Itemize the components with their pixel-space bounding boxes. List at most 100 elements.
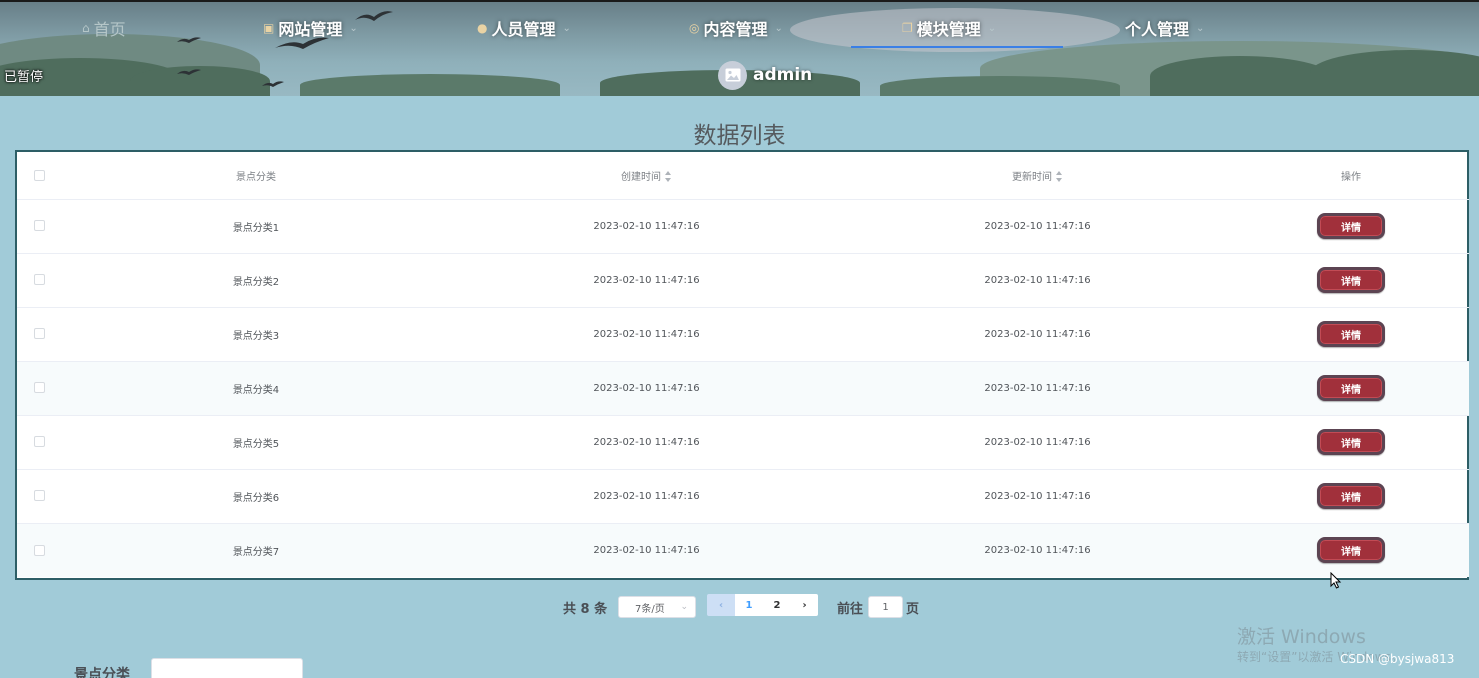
chevron-down-icon: ⌄ [987, 22, 997, 34]
table-row: 景点分类5 2023-02-10 11:47:16 2023-02-10 11:… [17, 415, 1469, 470]
updated-cell: 2023-02-10 11:47:16 [842, 415, 1233, 470]
updated-cell: 2023-02-10 11:47:16 [842, 307, 1233, 362]
row-checkbox[interactable] [33, 220, 45, 232]
nav-label: 人员管理 [491, 20, 556, 39]
nav-item-site-management[interactable]: ▣ 网站管理 ⌄ [263, 14, 358, 42]
content-icon: ◎ [689, 21, 700, 35]
created-cell: 2023-02-10 11:47:16 [451, 415, 842, 470]
chevron-down-icon: ⌄ [680, 602, 688, 612]
row-checkbox[interactable] [33, 436, 45, 448]
chevron-down-icon: ⌄ [349, 22, 358, 34]
detail-button[interactable]: 详情 [1317, 483, 1385, 509]
header-tree [300, 74, 560, 96]
goto-page-input[interactable]: 1 [868, 596, 903, 618]
detail-button[interactable]: 详情 [1317, 267, 1385, 293]
chevron-right-icon: › [802, 599, 807, 611]
nav-label: 首页 [93, 20, 126, 39]
image-icon [725, 68, 740, 82]
chevron-down-icon: ⌄ [562, 22, 571, 34]
top-border [0, 0, 1479, 2]
table-row: 景点分类4 2023-02-10 11:47:16 2023-02-10 11:… [17, 361, 1469, 416]
updated-cell: 2023-02-10 11:47:16 [842, 523, 1233, 577]
row-checkbox[interactable] [33, 544, 45, 556]
nav-label: 模块管理 [916, 20, 981, 39]
column-header-category: 景点分类 [61, 152, 451, 200]
sort-icon[interactable] [665, 171, 672, 183]
column-header-created[interactable]: 创建时间 [451, 152, 842, 200]
column-label: 更新时间 [1012, 171, 1052, 183]
next-page-button[interactable]: › [791, 594, 818, 616]
page-size-select[interactable]: 7条/页 ⌄ [618, 596, 696, 618]
page-button-2[interactable]: 2 [763, 594, 791, 616]
category-input[interactable] [151, 658, 303, 678]
updated-cell: 2023-02-10 11:47:16 [842, 199, 1233, 254]
category-field-label: 景点分类 [74, 667, 130, 678]
cart-icon: ▣ [263, 21, 275, 35]
updated-cell: 2023-02-10 11:47:16 [842, 469, 1233, 524]
goto-label: 前往 [837, 602, 864, 617]
header-tree [1310, 50, 1479, 96]
created-cell: 2023-02-10 11:47:16 [451, 523, 842, 577]
bird-icon [177, 69, 201, 75]
column-header-updated[interactable]: 更新时间 [842, 152, 1233, 200]
row-checkbox[interactable] [33, 328, 45, 340]
detail-button[interactable]: 详情 [1317, 321, 1385, 347]
user-menu[interactable]: admin [718, 60, 812, 90]
windows-activation-title: 激活 Windows [1237, 626, 1366, 648]
paused-indicator: 已暂停 [4, 70, 44, 85]
header-tree [1150, 56, 1330, 96]
created-cell: 2023-02-10 11:47:16 [451, 307, 842, 362]
page-unit-label: 页 [906, 602, 920, 617]
csdn-watermark: CSDN @bysjwa813 [1340, 652, 1455, 666]
chevron-left-icon: ‹ [718, 599, 724, 611]
nav-item-personal-management[interactable]: 个人管理 ⌄ [1125, 14, 1204, 42]
pagination: 共 8 条 7条/页 ⌄ ‹ 1 2 › 前往 1 页 [0, 594, 1479, 618]
nav-label: 内容管理 [703, 20, 768, 39]
nav-item-content-management[interactable]: ◎ 内容管理 ⌄ [689, 14, 783, 42]
page-button-1[interactable]: 1 [735, 594, 763, 616]
category-cell: 景点分类6 [61, 469, 451, 524]
row-checkbox[interactable] [33, 490, 45, 502]
nav-label: 个人管理 [1125, 20, 1190, 39]
updated-cell: 2023-02-10 11:47:16 [842, 253, 1233, 308]
nav-item-module-management[interactable]: ❐ 模块管理 ⌄ [902, 14, 996, 42]
table-row: 景点分类6 2023-02-10 11:47:16 2023-02-10 11:… [17, 469, 1469, 524]
category-cell: 景点分类5 [61, 415, 451, 470]
category-cell: 景点分类2 [61, 253, 451, 308]
chevron-down-icon: ⌄ [1196, 22, 1205, 34]
nav-item-home[interactable]: ⌂ 首页 [82, 14, 126, 42]
table-row: 景点分类7 2023-02-10 11:47:16 2023-02-10 11:… [17, 523, 1469, 577]
updated-cell: 2023-02-10 11:47:16 [842, 361, 1233, 416]
category-cell: 景点分类7 [61, 523, 451, 577]
nav-label: 网站管理 [278, 20, 343, 39]
detail-button[interactable]: 详情 [1317, 375, 1385, 401]
created-cell: 2023-02-10 11:47:16 [451, 199, 842, 254]
page-size-value: 7条/页 [635, 603, 665, 615]
column-header-actions: 操作 [1233, 152, 1469, 200]
table-header-row: 景点分类 创建时间 更新时间 操作 [17, 152, 1469, 200]
sort-icon[interactable] [1056, 171, 1063, 183]
row-checkbox[interactable] [33, 274, 45, 286]
header-tree [880, 76, 1120, 96]
main-nav: ⌂ 首页 ▣ 网站管理 ⌄ ● 人员管理 ⌄ ◎ 内容管理 ⌄ ❐ 模块管理 ⌄… [0, 14, 1479, 44]
column-label: 创建时间 [621, 171, 661, 183]
prev-page-button[interactable]: ‹ [707, 594, 735, 616]
row-checkbox[interactable] [33, 382, 45, 394]
select-all-checkbox[interactable] [33, 169, 45, 181]
category-cell: 景点分类1 [61, 199, 451, 254]
table-row: 景点分类1 2023-02-10 11:47:16 2023-02-10 11:… [17, 199, 1469, 254]
select-all-cell [17, 152, 61, 200]
active-nav-underline [851, 46, 1063, 48]
username: admin [753, 65, 813, 85]
data-table: 景点分类 创建时间 更新时间 操作 景点分类1 2023-02-10 11:47… [15, 150, 1469, 580]
detail-button[interactable]: 详情 [1317, 429, 1385, 455]
detail-button[interactable]: 详情 [1317, 213, 1385, 239]
table-row: 景点分类3 2023-02-10 11:47:16 2023-02-10 11:… [17, 307, 1469, 362]
total-count: 共 8 条 [563, 602, 608, 617]
nav-item-staff-management[interactable]: ● 人员管理 ⌄ [477, 14, 571, 42]
module-icon: ❐ [902, 21, 913, 35]
table-row: 景点分类2 2023-02-10 11:47:16 2023-02-10 11:… [17, 253, 1469, 308]
detail-button[interactable]: 详情 [1317, 537, 1385, 564]
home-icon: ⌂ [82, 21, 90, 35]
created-cell: 2023-02-10 11:47:16 [451, 361, 842, 416]
